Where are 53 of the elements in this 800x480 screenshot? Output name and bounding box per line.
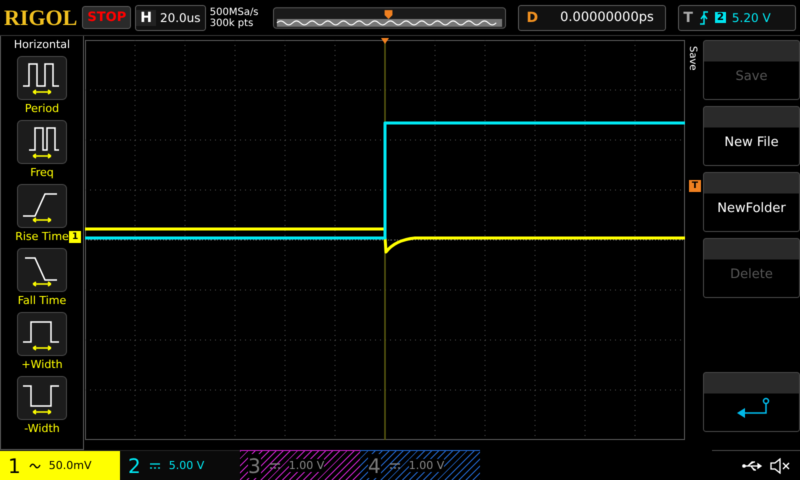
menu-button[interactable]: New File	[703, 106, 800, 166]
channel-number: 4	[368, 454, 381, 478]
brand-logo: RIGOL	[4, 4, 78, 30]
coupling-icon	[148, 462, 161, 470]
measure-label: Period	[24, 102, 60, 115]
menu-title: Horizontal	[14, 38, 70, 51]
measure-button[interactable]	[17, 312, 67, 356]
coupling-icon	[28, 462, 41, 470]
trigger-level-marker[interactable]: T	[688, 180, 701, 192]
measure-button[interactable]	[17, 248, 67, 292]
run-stop-button[interactable]: STOP	[82, 6, 132, 29]
channel-tab[interactable]: 1 50.0mV	[0, 450, 120, 480]
channel-scale: 1.00 V	[288, 459, 324, 472]
measure-label: +Width	[21, 358, 63, 371]
trigger-display[interactable]: T 2 5.20 V	[678, 4, 796, 30]
trigger-position-icon	[381, 38, 389, 44]
channel-scale: 50.0mV	[48, 459, 92, 472]
coupling-icon	[388, 462, 401, 470]
channel-tab[interactable]: 4 1.00 V	[360, 450, 480, 480]
channel-marker[interactable]: 1	[69, 231, 82, 243]
trigger-level: 5.20 V	[732, 10, 771, 24]
horizontal-label: H	[136, 10, 156, 26]
menu-title: Save	[687, 46, 698, 71]
channel-number: 3	[248, 454, 261, 478]
usb-icon	[742, 460, 764, 472]
trigger-label: T	[683, 10, 693, 26]
delay-display[interactable]: D 0.00000000ps	[518, 4, 666, 30]
measure-button[interactable]	[17, 120, 67, 164]
channel-scale: 5.00 V	[168, 459, 204, 472]
sample-rate: 500MSa/s	[210, 6, 260, 18]
rising-edge-icon	[698, 10, 709, 24]
measure-label: Freq	[30, 166, 54, 179]
measure-button[interactable]	[17, 56, 67, 100]
measure-button[interactable]	[17, 376, 67, 420]
measure-button[interactable]	[17, 184, 67, 228]
channel-number: 2	[128, 454, 141, 478]
delay-value: 0.00000000ps	[559, 10, 654, 25]
delay-label: D	[526, 10, 540, 26]
trigger-source: 2	[714, 12, 726, 23]
channel-scale: 1.00 V	[408, 459, 444, 472]
channel-tab[interactable]: 2 5.00 V	[120, 450, 240, 480]
mute-icon	[770, 458, 790, 474]
measure-label: -Width	[24, 422, 60, 435]
timebase-value: 20.0us	[158, 10, 201, 24]
measure-label: Fall Time	[18, 294, 66, 307]
memory-depth: 300k pts	[210, 18, 254, 28]
channel-number: 1	[8, 454, 21, 478]
timebase-display[interactable]: H 20.0us	[135, 4, 206, 30]
channel-tab[interactable]: 3 1.00 V	[240, 450, 360, 480]
measure-label: Rise Time	[15, 230, 69, 243]
coupling-icon	[268, 462, 281, 470]
back-button[interactable]	[703, 372, 800, 432]
menu-button[interactable]: NewFolder	[703, 172, 800, 232]
